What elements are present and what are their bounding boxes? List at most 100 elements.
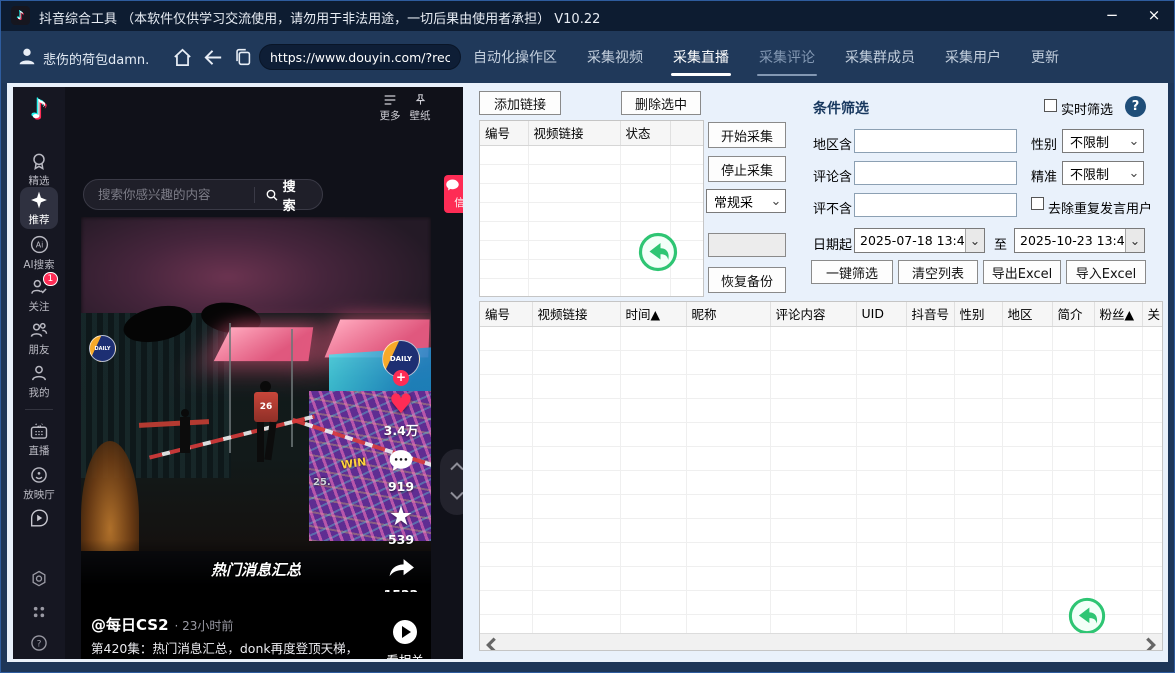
res-col-nickname[interactable]: 昵称 xyxy=(686,302,770,326)
res-col-bio[interactable]: 简介 xyxy=(1052,302,1094,326)
search-input[interactable] xyxy=(84,187,254,202)
table-row[interactable] xyxy=(480,590,1163,614)
search-button[interactable]: 搜索 xyxy=(255,176,322,214)
comment-excludes-input[interactable] xyxy=(854,193,1017,217)
res-col-fans[interactable]: 粉丝▲ xyxy=(1094,302,1142,326)
undo-restore-icon[interactable] xyxy=(638,232,678,272)
table-row[interactable] xyxy=(480,145,704,164)
copy-pages-icon[interactable] xyxy=(232,46,254,68)
close-button[interactable]: × xyxy=(1137,1,1171,31)
share-icon[interactable] xyxy=(388,557,415,581)
filter-help-icon[interactable]: ? xyxy=(1125,96,1146,117)
sidebar-item-recommend[interactable]: 推荐 xyxy=(13,190,65,227)
channel-avatar[interactable]: DAILY + xyxy=(379,340,423,392)
sidebar-item-apps[interactable] xyxy=(13,602,65,622)
sidebar-item-shorts-logo[interactable] xyxy=(13,507,65,529)
favorite-icon[interactable]: ★ xyxy=(379,504,423,530)
table-row[interactable] xyxy=(480,202,704,221)
url-input[interactable] xyxy=(259,44,461,70)
res-col-gender[interactable]: 性别 xyxy=(954,302,1002,326)
res-col-comment[interactable]: 评论内容 xyxy=(770,302,856,326)
table-row[interactable] xyxy=(480,470,1163,494)
horizontal-scrollbar[interactable] xyxy=(480,633,1162,650)
gender-select[interactable]: 不限制 ⌄ xyxy=(1062,129,1144,153)
res-col-follow[interactable]: 关 xyxy=(1142,302,1163,326)
tiktok-logo-icon[interactable]: ♪ xyxy=(13,95,65,125)
sidebar-item-settings[interactable] xyxy=(13,569,65,589)
wallpaper-menu[interactable]: 壁纸 xyxy=(401,93,439,123)
table-row[interactable] xyxy=(480,183,704,202)
date-from-picker[interactable]: 2025-07-18 13:46: ⌄ xyxy=(854,228,985,253)
link-col-status[interactable]: 状态 xyxy=(620,121,670,145)
link-col-url[interactable]: 视频链接 xyxy=(528,121,620,145)
res-col-time[interactable]: 时间▲ xyxy=(620,302,686,326)
date-to-picker[interactable]: 2025-10-23 13:46: ⌄ xyxy=(1014,228,1145,253)
res-col-id[interactable]: 编号 xyxy=(480,302,532,326)
sidebar-item-profile[interactable]: 我的 xyxy=(13,363,65,400)
tab-collect-live[interactable]: 采集直播 xyxy=(673,47,729,67)
add-link-button[interactable]: 添加链接 xyxy=(479,91,561,115)
sidebar-item-following[interactable]: 1 关注 xyxy=(13,277,65,314)
dedupe-checkbox[interactable] xyxy=(1031,197,1044,210)
res-col-douyin-id[interactable]: 抖音号 xyxy=(906,302,954,326)
messages-menu[interactable]: 私信 21 xyxy=(444,175,463,213)
comment-contains-input[interactable] xyxy=(854,161,1017,185)
chevron-down-icon[interactable]: ⌄ xyxy=(1125,229,1144,252)
region-input[interactable] xyxy=(854,129,1017,153)
chevron-down-icon[interactable]: ⌄ xyxy=(965,229,984,252)
watch-related[interactable]: 看相关 ⋯ xyxy=(379,620,431,659)
author-handle[interactable]: @每日CS2 xyxy=(91,616,169,634)
sidebar-item-ai-search[interactable]: Ai AI搜索 xyxy=(13,234,65,272)
back-arrow-icon[interactable] xyxy=(202,46,225,69)
table-row[interactable] xyxy=(480,164,704,183)
tab-automation[interactable]: 自动化操作区 xyxy=(473,47,557,67)
sidebar-item-featured[interactable]: 精选 xyxy=(13,151,65,188)
next-video-chevron-icon[interactable] xyxy=(450,491,463,501)
scroll-left-icon[interactable] xyxy=(483,637,500,651)
table-row[interactable] xyxy=(480,278,704,297)
result-table[interactable]: 编号 视频链接 时间▲ 昵称 评论内容 UID 抖音号 性别 地区 简介 粉丝▲… xyxy=(479,301,1163,651)
stop-collect-button[interactable]: 停止采集 xyxy=(708,156,786,182)
res-col-region[interactable]: 地区 xyxy=(1002,302,1052,326)
tab-collect-video[interactable]: 采集视频 xyxy=(587,47,643,67)
table-row[interactable] xyxy=(480,326,1163,350)
one-key-filter-button[interactable]: 一键筛选 xyxy=(811,260,893,284)
clear-list-button[interactable]: 清空列表 xyxy=(898,260,978,284)
sidebar-item-live[interactable]: 直播 xyxy=(13,421,65,458)
start-collect-button[interactable]: 开始采集 xyxy=(708,122,786,148)
res-col-uid[interactable]: UID xyxy=(856,302,906,326)
realtime-filter-checkbox[interactable] xyxy=(1044,99,1057,112)
like-icon[interactable]: ♥ xyxy=(379,392,423,418)
table-row[interactable] xyxy=(480,398,1163,422)
delete-selected-button[interactable]: 删除选中 xyxy=(621,91,701,115)
link-col-id[interactable]: 编号 xyxy=(480,121,528,145)
sidebar-item-friends[interactable]: 朋友 xyxy=(13,320,65,357)
table-row[interactable] xyxy=(480,422,1163,446)
collect-mode-select[interactable]: 常规采 ⌄ xyxy=(706,189,786,213)
scroll-right-icon[interactable] xyxy=(1142,637,1159,651)
table-row[interactable] xyxy=(480,446,1163,470)
tab-collect-comments[interactable]: 采集评论 xyxy=(759,47,815,67)
precise-select[interactable]: 不限制 ⌄ xyxy=(1062,161,1144,185)
import-excel-button[interactable]: 导入Excel xyxy=(1066,260,1146,284)
table-row[interactable] xyxy=(480,350,1163,374)
table-row[interactable] xyxy=(480,494,1163,518)
sidebar-item-cinema[interactable]: 放映厅 xyxy=(13,465,65,502)
follow-button[interactable]: + xyxy=(393,370,409,386)
home-icon[interactable] xyxy=(171,46,194,69)
prev-video-chevron-icon[interactable] xyxy=(450,461,463,471)
tab-update[interactable]: 更新 xyxy=(1031,47,1059,67)
undo-restore-icon[interactable] xyxy=(1068,597,1106,635)
table-row[interactable] xyxy=(480,542,1163,566)
tab-collect-users[interactable]: 采集用户 xyxy=(945,47,1001,67)
export-excel-button[interactable]: 导出Excel xyxy=(983,260,1061,284)
table-row[interactable] xyxy=(480,518,1163,542)
table-row[interactable] xyxy=(480,566,1163,590)
comment-icon[interactable] xyxy=(388,449,414,473)
tab-collect-group-members[interactable]: 采集群成员 xyxy=(845,47,915,67)
restore-backup-button[interactable]: 恢复备份 xyxy=(708,267,786,293)
sidebar-item-help[interactable]: ? xyxy=(13,633,65,653)
minimize-button[interactable]: − xyxy=(1095,1,1129,31)
res-col-url[interactable]: 视频链接 xyxy=(532,302,620,326)
table-row[interactable] xyxy=(480,374,1163,398)
